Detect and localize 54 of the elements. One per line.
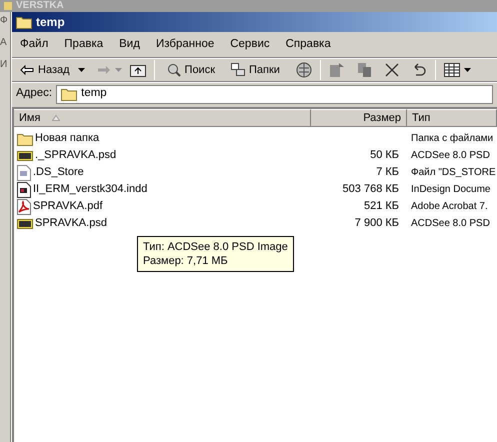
file-type: Файл "DS_STORE — [411, 167, 496, 178]
file-size: 7 КБ — [376, 165, 399, 180]
search-button[interactable]: Поиск — [162, 60, 220, 80]
menu-item[interactable]: Файл — [20, 36, 48, 54]
file-size: 50 КБ — [370, 148, 399, 164]
psd-file-icon — [17, 216, 33, 230]
column-header[interactable]: Имя — [14, 109, 311, 127]
file-type: Adobe Acrobat 7. — [411, 201, 488, 212]
window-title: VERSTKA — [16, 1, 64, 11]
caret-icon[interactable] — [464, 68, 471, 72]
file-name[interactable]: SPRAVKA.psd — [35, 215, 107, 232]
pdf-file-icon — [17, 198, 31, 214]
document-icon — [17, 182, 31, 198]
file-size: 7 900 КБ — [354, 216, 399, 232]
menu-fragment: А — [0, 38, 7, 48]
file-type: Папка с файлами — [411, 133, 494, 144]
file-name[interactable]: Новая папка — [35, 130, 100, 147]
globe-icon[interactable] — [296, 62, 312, 78]
menu-item[interactable]: Справка — [286, 36, 331, 54]
up-folder-icon[interactable] — [130, 63, 146, 77]
column-header[interactable]: Тип — [407, 109, 497, 127]
file-type: InDesign Docume — [411, 184, 490, 196]
tooltip-line: Тип: ACDSee 8.0 PSD Image — [143, 240, 288, 254]
menu-item[interactable]: Вид — [119, 36, 140, 54]
address-label: Адрес: — [16, 86, 52, 102]
file-name[interactable]: SPRAVKA.pdf — [33, 198, 102, 215]
search-icon — [166, 63, 181, 77]
psd-file-icon — [17, 148, 33, 162]
folders-icon — [231, 63, 246, 77]
menu-fragment: И — [0, 60, 8, 70]
menu-item[interactable]: Сервис — [230, 36, 270, 54]
file-name[interactable]: II_ERM_verstk304.indd — [33, 181, 148, 198]
folders-button[interactable]: Папки — [227, 60, 284, 80]
file-name[interactable]: ._SPRAVKA.psd — [35, 147, 116, 164]
copy-to-icon[interactable] — [356, 62, 373, 78]
view-grid-icon[interactable] — [444, 63, 460, 77]
file-size: 521 КБ — [364, 199, 399, 214]
file-size: 503 768 КБ — [342, 182, 399, 198]
delete-icon[interactable] — [384, 63, 399, 77]
menu-fragment: Ф — [0, 16, 8, 26]
address-field[interactable]: temp — [56, 84, 493, 104]
file-type: ACDSee 8.0 PSD — [411, 218, 490, 230]
document-icon — [17, 164, 31, 180]
back-button[interactable]: Назад — [16, 60, 74, 80]
back-arrow-icon — [20, 65, 34, 75]
window-title: temp — [36, 14, 65, 31]
file-type: ACDSee 8.0 PSD — [411, 150, 490, 162]
caret-icon[interactable] — [78, 68, 85, 72]
move-to-icon[interactable] — [328, 62, 345, 78]
tooltip-line: Размер: 7,71 МБ — [143, 254, 229, 268]
menu-item[interactable]: Правка — [64, 36, 104, 54]
column-header[interactable]: Размер — [311, 109, 407, 127]
menu-item[interactable]: Избранное — [156, 36, 214, 54]
file-name[interactable]: .DS_Store — [33, 164, 84, 181]
